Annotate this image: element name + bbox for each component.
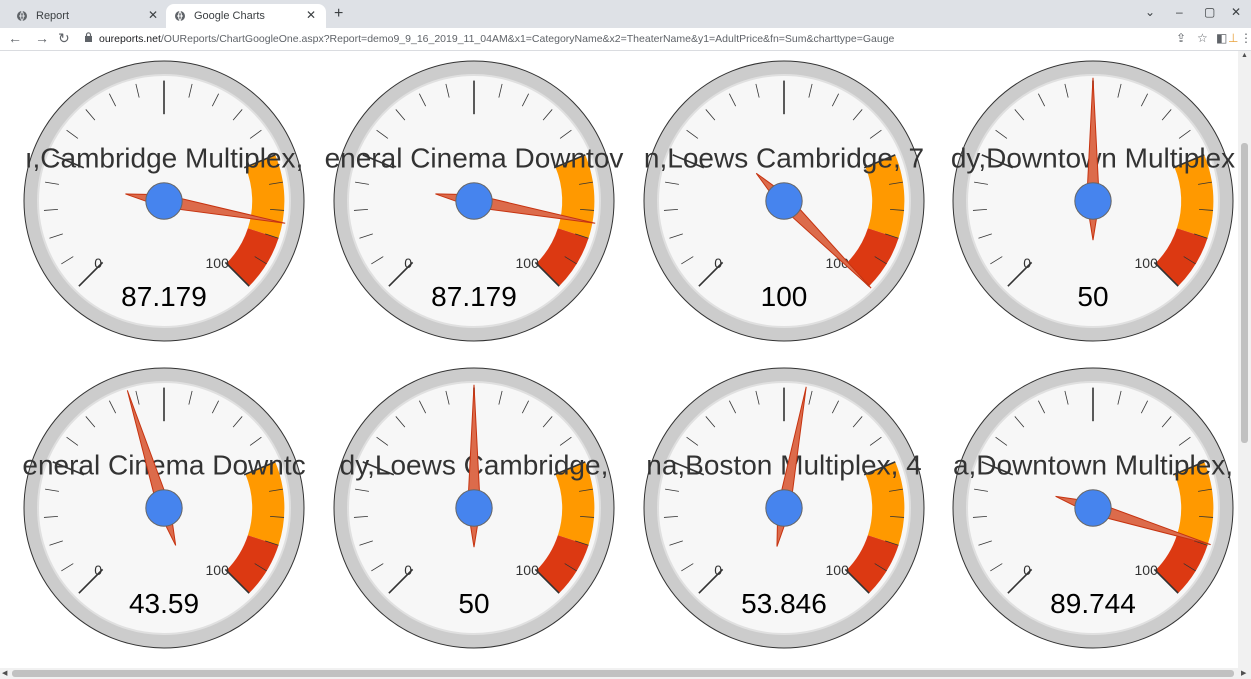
url-path: /OUReports/ChartGoogleOne.aspx?Report=de… [160, 32, 895, 45]
gauge-label: eneral Cinema Downtov [325, 142, 624, 173]
share-icon[interactable]: ⇪ [1176, 31, 1186, 45]
gauge-max-label: 100 [516, 562, 540, 578]
page-content: 0 100 ı,Cambridge Multiplex, 87.179 0 100 ener… [0, 51, 1238, 668]
vertical-scrollbar[interactable]: ▲ [1238, 51, 1251, 668]
gauge-value: 87.179 [121, 281, 207, 312]
gauge-value: 87.179 [431, 281, 517, 312]
gauge-min-label: 0 [714, 255, 722, 271]
reload-icon[interactable]: ↻ [58, 30, 70, 47]
gauge-hub [1074, 489, 1112, 527]
tab-search-icon[interactable]: ⌄ [1145, 5, 1155, 19]
gauge-value: 50 [458, 588, 489, 619]
gauge-value: 100 [761, 281, 808, 312]
new-tab-icon[interactable]: + [334, 5, 343, 23]
gauge-label: eneral Cinema Downtc [22, 449, 305, 480]
extension-icon[interactable]: ⊥ [1228, 31, 1238, 45]
vertical-scroll-thumb[interactable] [1241, 143, 1248, 443]
back-icon[interactable]: ← [8, 30, 22, 46]
gauge-value: 89.744 [1050, 588, 1136, 619]
gauge-label: n,Loews Cambridge, 7 [644, 142, 924, 173]
sidebar-icon[interactable]: ◧ [1216, 31, 1227, 45]
gauge-hub [765, 182, 803, 220]
menu-icon[interactable]: ⋮ [1240, 31, 1251, 45]
tab-title: Google Charts [194, 10, 265, 22]
gauge-hub [145, 489, 183, 527]
tab-report[interactable]: Report ✕ [8, 4, 168, 28]
gauge: 0 100n,Loews Cambridge, 7100 [643, 60, 925, 342]
forward-icon[interactable]: → [35, 30, 49, 46]
globe-icon [16, 10, 28, 22]
lock-icon [84, 32, 93, 45]
gauge-max-label: 100 [1135, 562, 1159, 578]
close-icon[interactable]: ✕ [1231, 5, 1241, 19]
gauge-hub [145, 182, 183, 220]
gauge-max-label: 100 [206, 562, 230, 578]
gauge-min-label: 0 [94, 562, 102, 578]
restore-icon[interactable]: ▢ [1204, 5, 1215, 19]
gauge-label: na,Boston Multiplex, 4 [646, 449, 922, 480]
browser-toolbar: ← → ↻ oureports.net/OUReports/ChartGoogl… [0, 28, 1251, 51]
gauge-value: 50 [1077, 281, 1108, 312]
tab-title: Report [36, 10, 70, 22]
gauge: 0 100 ı,Cambridge Multiplex, 87.179 [23, 60, 305, 342]
scroll-right-icon[interactable]: ▶ [1241, 669, 1246, 677]
gauge-hub [765, 489, 803, 527]
scroll-left-icon[interactable]: ◀ [2, 669, 7, 677]
url-host: oureports.net [99, 32, 161, 45]
gauge-grid: 0 100 ı,Cambridge Multiplex, 87.179 0 100 ener… [22, 60, 1235, 649]
gauge-min-label: 0 [1023, 255, 1031, 271]
minimize-icon[interactable]: – [1176, 5, 1183, 19]
gauge: 0 100dy,Loews Cambridge,50 [333, 367, 615, 649]
gauge-min-label: 0 [404, 255, 412, 271]
gauge-label: a,Downtown Multiplex, [953, 449, 1233, 480]
gauge-min-label: 0 [94, 255, 102, 271]
gauge-min-label: 0 [714, 562, 722, 578]
gauge-max-label: 100 [206, 255, 230, 271]
scroll-up-icon[interactable]: ▲ [1241, 52, 1248, 59]
gauge-min-label: 0 [404, 562, 412, 578]
gauge-hub [1074, 182, 1112, 220]
star-icon[interactable]: ☆ [1197, 31, 1208, 45]
gauge-value: 53.846 [741, 588, 827, 619]
gauge: 0 100dy,Downtown Multiplex50 [951, 60, 1235, 342]
gauge-hub [455, 489, 493, 527]
close-tab-icon[interactable]: ✕ [306, 8, 316, 22]
gauge-min-label: 0 [1023, 562, 1031, 578]
gauge-value: 43.59 [129, 588, 199, 619]
tab-strip: Report ✕ Google Charts ✕ + ⌄ – ▢ ✕ [0, 0, 1251, 28]
gauge-hub [455, 182, 493, 220]
gauge-max-label: 100 [1135, 255, 1159, 271]
gauge: 0 100 eneral Cinema Downtc 43.59 [22, 367, 306, 649]
globe-icon [174, 10, 186, 22]
gauge-label: ı,Cambridge Multiplex, [25, 142, 304, 173]
close-tab-icon[interactable]: ✕ [148, 8, 158, 22]
address-bar[interactable]: oureports.net/OUReports/ChartGoogleOne.a… [84, 30, 1192, 47]
horizontal-scroll-thumb[interactable] [12, 670, 1234, 677]
gauge: 0 100 eneral Cinema Downtov 87.179 [325, 60, 624, 342]
gauge: 0 100 na,Boston Multiplex, 4 53.846 [643, 367, 925, 649]
gauge-max-label: 100 [826, 562, 850, 578]
gauge-max-label: 100 [516, 255, 540, 271]
tab-google-charts[interactable]: Google Charts ✕ [166, 4, 326, 28]
gauge: 0 100 a,Downtown Multiplex, 89.744 [952, 367, 1234, 649]
horizontal-scrollbar[interactable]: ◀ ▶ [0, 668, 1251, 679]
